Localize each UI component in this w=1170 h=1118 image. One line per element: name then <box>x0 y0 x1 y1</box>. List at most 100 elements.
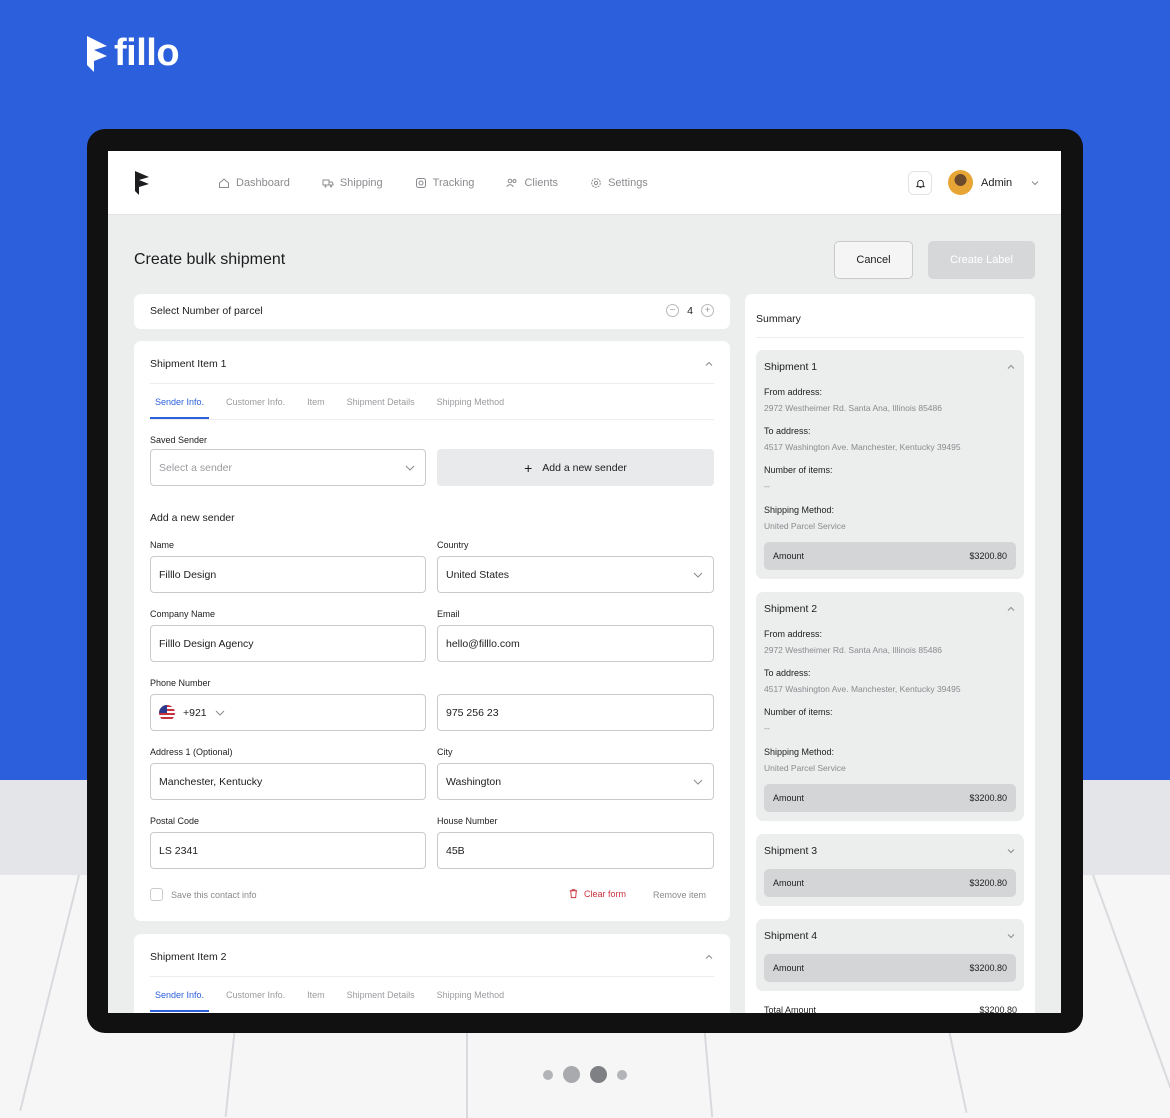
nav-tracking[interactable]: Tracking <box>415 177 474 189</box>
brand-name: fillo <box>114 32 180 74</box>
phone-label: Phone Number <box>150 678 211 688</box>
house-field[interactable]: 45B <box>437 832 714 869</box>
amount-label: Amount <box>773 878 805 888</box>
amount-value: $3200.80 <box>969 793 1007 803</box>
email-label: Email <box>437 609 460 619</box>
method-value: United Parcel Service <box>764 763 846 773</box>
total-value: $3200.80 <box>979 1005 1017 1013</box>
chevron-up-icon[interactable] <box>704 952 714 962</box>
tab-shipment-details[interactable]: Shipment Details <box>342 990 420 1012</box>
total-row: Total Amount $3200.80 <box>764 1005 1017 1013</box>
shipment-name: Shipment 4 <box>764 930 818 942</box>
tab-item[interactable]: Item <box>302 990 330 1012</box>
item-tabs: Sender Info. Customer Info. Item Shipmen… <box>150 397 521 419</box>
add-sender-button[interactable]: + Add a new sender <box>437 449 714 486</box>
total-label: Total Amount <box>764 1005 817 1013</box>
shipment-item-title: Shipment Item 1 <box>150 358 227 370</box>
chevron-up-icon[interactable] <box>704 359 714 369</box>
decrement-button[interactable]: − <box>666 304 680 317</box>
name-field[interactable]: Filllo Design <box>150 556 426 593</box>
increment-button[interactable]: + <box>701 304 714 317</box>
to-label: To address: <box>764 426 811 436</box>
nav-shipping[interactable]: Shipping <box>322 177 383 189</box>
summary-shipment-3: Shipment 3 Amount $3200.80 <box>756 834 1024 906</box>
user-menu[interactable]: Admin <box>948 170 1040 195</box>
city-label: City <box>437 747 453 757</box>
method-label: Shipping Method: <box>764 747 835 757</box>
name-label: Name <box>150 540 175 550</box>
divider <box>150 383 714 384</box>
amount-value: $3200.80 <box>969 551 1007 561</box>
country-select[interactable]: United States <box>437 556 714 593</box>
tab-sender-info[interactable]: Sender Info. <box>150 990 210 1012</box>
from-value: 2972 Westheimer Rd. Santa Ana, Illinois … <box>764 403 942 413</box>
chevron-down-icon[interactable] <box>1006 846 1016 856</box>
notifications-button[interactable] <box>908 171 932 195</box>
add-sender-label: Add a new sender <box>542 461 627 474</box>
tab-shipping-method[interactable]: Shipping Method <box>432 990 510 1012</box>
remove-item-button[interactable]: Remove item <box>653 890 706 900</box>
new-sender-heading: Add a new sender <box>150 512 235 524</box>
amount-row: Amount $3200.80 <box>764 954 1016 982</box>
amount-value: $3200.80 <box>969 878 1007 888</box>
us-flag-icon <box>159 704 175 721</box>
tab-item[interactable]: Item <box>302 397 330 419</box>
nav-settings[interactable]: Settings <box>590 177 648 189</box>
chevron-down-icon[interactable] <box>1006 931 1016 941</box>
country-value: United States <box>446 568 510 581</box>
chevron-down-icon <box>693 779 703 785</box>
clear-form-button[interactable]: Clear form <box>568 888 626 899</box>
phone-code-select[interactable]: +921 <box>150 694 426 731</box>
item-tabs: Sender Info. Customer Info. Item Shipmen… <box>150 990 521 1012</box>
summary-panel: Summary Shipment 1 From address: 2972 We… <box>745 294 1035 1013</box>
page-title: Create bulk shipment <box>134 251 286 268</box>
parcel-count-card: Select Number of parcel − 4 + <box>134 294 730 329</box>
save-contact-checkbox[interactable] <box>150 888 163 901</box>
save-contact-label: Save this contact info <box>171 890 257 900</box>
email-field[interactable]: hello@filllo.com <box>437 625 714 662</box>
carousel-dot-active[interactable] <box>590 1066 607 1083</box>
country-label: Country <box>437 540 469 550</box>
divider <box>150 419 714 420</box>
to-label: To address: <box>764 668 811 678</box>
tab-shipping-method[interactable]: Shipping Method <box>432 397 510 419</box>
amount-label: Amount <box>773 551 805 561</box>
phone-field[interactable]: 975 256 23 <box>437 694 714 731</box>
company-field[interactable]: Filllo Design Agency <box>150 625 426 662</box>
tab-sender-info[interactable]: Sender Info. <box>150 397 210 419</box>
carousel-dot[interactable] <box>617 1069 627 1080</box>
nav-label: Shipping <box>339 177 383 189</box>
amount-row: Amount $3200.80 <box>764 869 1016 897</box>
address-field[interactable]: Manchester, Kentucky <box>150 763 426 800</box>
chevron-up-icon[interactable] <box>1006 362 1016 372</box>
carousel-dot[interactable] <box>563 1066 580 1083</box>
phone-code-value: +921 <box>183 706 207 719</box>
gear-icon <box>591 178 601 188</box>
postal-field[interactable]: LS 2341 <box>150 832 426 869</box>
cancel-button[interactable]: Cancel <box>834 241 913 279</box>
city-select[interactable]: Washington <box>437 763 714 800</box>
parcel-stepper: − 4 + <box>666 304 714 317</box>
chevron-down-icon <box>405 465 415 471</box>
user-name: Admin <box>981 176 1013 189</box>
summary-title: Summary <box>756 313 801 325</box>
trash-icon <box>569 889 578 899</box>
clients-icon <box>506 178 517 188</box>
method-value: United Parcel Service <box>764 521 846 531</box>
chevron-down-icon <box>1031 180 1039 185</box>
brand: fillo <box>86 32 180 75</box>
tab-customer-info[interactable]: Customer Info. <box>221 990 290 1012</box>
tab-shipment-details[interactable]: Shipment Details <box>342 397 420 419</box>
clear-form-label: Clear form <box>584 888 627 899</box>
tab-customer-info[interactable]: Customer Info. <box>221 397 290 419</box>
shipment-item-title: Shipment Item 2 <box>150 951 227 963</box>
nav-dashboard[interactable]: Dashboard <box>218 177 290 189</box>
amount-label: Amount <box>773 793 805 803</box>
saved-sender-select[interactable]: Select a sender <box>150 449 426 486</box>
main-nav: Dashboard Shipping Tracking Clients Sett… <box>218 151 648 215</box>
nav-clients[interactable]: Clients <box>506 177 558 189</box>
create-label-button[interactable]: Create Label <box>928 241 1035 279</box>
carousel-dot[interactable] <box>543 1069 553 1080</box>
items-value: -- <box>764 723 770 733</box>
chevron-up-icon[interactable] <box>1006 604 1016 614</box>
